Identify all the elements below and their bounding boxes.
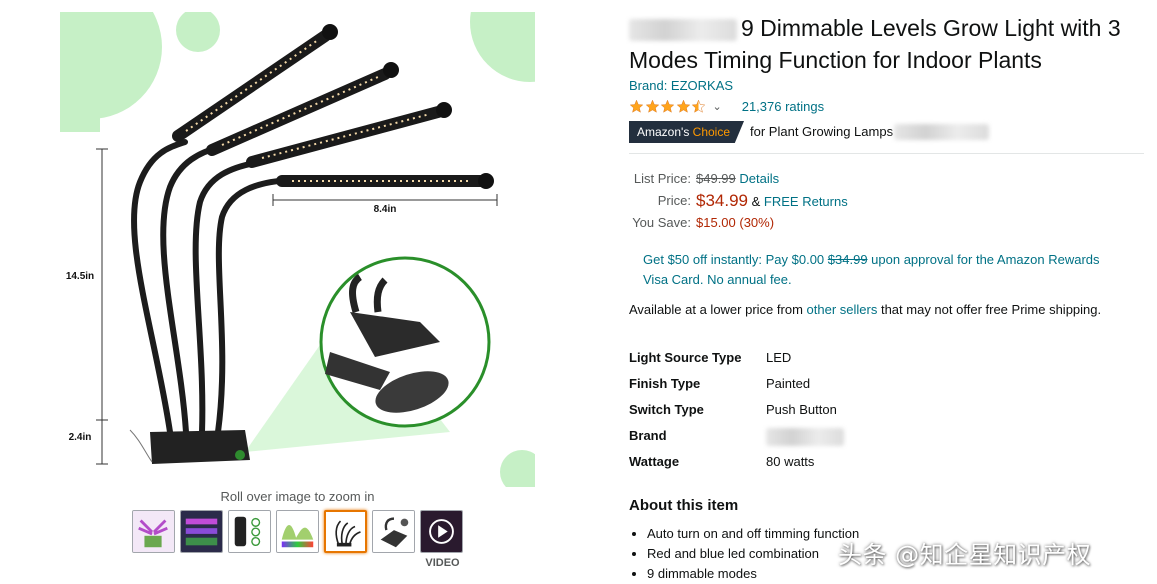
free-returns-link[interactable]: FREE Returns (764, 194, 848, 209)
list-price-value: $49.99 (696, 171, 736, 186)
spec-value: LED (766, 350, 792, 365)
amazons-choice-badge: Amazon's Choice (629, 121, 745, 143)
decor-circle-right (470, 12, 535, 82)
clip-mount-icon (373, 511, 414, 552)
about-bullet-list: Auto turn on and off timming function Re… (647, 524, 859, 584)
watermark-text: 头条 @知企星知识产权 (838, 541, 1092, 569)
spec-key: Brand (629, 428, 667, 443)
divider (629, 153, 1144, 154)
star-full-icon (645, 99, 659, 113)
video-play-icon (421, 511, 462, 552)
spec-value: Painted (766, 376, 811, 391)
price-value: $34.99 (696, 191, 748, 210)
ratings-count-link[interactable]: 21,376 ratings (742, 99, 824, 114)
star-half-icon (691, 99, 706, 113)
led-bar-4 (276, 173, 494, 189)
chevron-down-icon[interactable]: ⌄ (713, 100, 722, 113)
price-label: Price: (657, 193, 691, 208)
details-link[interactable]: Details (739, 171, 779, 186)
thumbnail-4[interactable] (276, 510, 319, 553)
light-spectrum-icon (277, 511, 318, 552)
list-item: Red and blue led combination (647, 544, 859, 564)
zoom-hint: Roll over image to zoom in (220, 489, 375, 504)
spec-value: Push Button (766, 402, 837, 417)
savings-label: You Save: (632, 215, 691, 230)
spec-key: Wattage (629, 454, 680, 469)
height-dimension (96, 148, 108, 465)
clip-dimension-label: 2.4in (69, 432, 92, 443)
width-dimension-label: 8.4in (374, 204, 397, 215)
thumbnail-2[interactable] (180, 510, 223, 553)
star-full-icon (676, 99, 690, 113)
grow-light-illustration: 8.4in 14.5in 2.4in (60, 12, 535, 487)
clip-base (150, 430, 250, 464)
thumbnail-6[interactable] (372, 510, 415, 553)
decor-circle-bottom (500, 450, 535, 487)
thumbnail-1[interactable] (132, 510, 175, 553)
decor-circle-small (176, 12, 220, 52)
list-item: 9 dimmable modes (647, 564, 859, 584)
thumbnail-5-selected[interactable] (324, 510, 367, 553)
lower-price-notice: Available at a lower price from other se… (629, 302, 1102, 317)
star-rating[interactable] (629, 99, 707, 114)
image-gallery: 8.4in 14.5in 2.4in Roll over image to zo… (0, 0, 600, 584)
grow-light-photo-icon (133, 511, 174, 552)
clip-closeup-magnifier (319, 256, 491, 428)
list-price-label: List Price: (633, 171, 691, 186)
star-full-icon (629, 99, 644, 113)
thumbnail-strip (132, 510, 463, 553)
spec-key: Switch Type (629, 402, 704, 417)
lamp-dimensions-icon (326, 512, 365, 551)
redacted-text-blur (894, 124, 990, 141)
gooseneck-arms (131, 139, 293, 435)
redacted-brand-blur (629, 18, 737, 41)
spec-value: 80 watts (766, 454, 815, 469)
choice-category: for Plant Growing Lamps (750, 124, 990, 141)
main-product-image[interactable]: 8.4in 14.5in 2.4in (60, 12, 535, 487)
other-sellers-link[interactable]: other sellers (807, 302, 878, 317)
savings-value: $15.00 (30%) (696, 215, 775, 230)
redacted-brand-value-blur (766, 427, 844, 446)
led-bar-3 (246, 102, 452, 168)
thumbnail-7-video[interactable] (420, 510, 463, 553)
amazons-choice-row: Amazon's Choice for Plant Growing Lamps (629, 121, 990, 143)
thumbnail-3[interactable] (228, 510, 271, 553)
spec-key: Light Source Type (629, 350, 742, 365)
product-title: 9 Dimmable Levels Grow Light with 3 Mode… (629, 12, 1144, 76)
height-dimension-label: 14.5in (66, 271, 94, 282)
star-full-icon (660, 99, 675, 113)
list-item: Auto turn on and off timming function (647, 524, 859, 544)
rewards-card-promo[interactable]: Get $50 off instantly: Pay $0.00 $34.99 … (643, 250, 1113, 290)
brand-link[interactable]: Brand: EZORKAS (629, 78, 733, 93)
spec-value (766, 425, 844, 447)
spec-key: Finish Type (629, 376, 701, 391)
led-bar-2 (206, 62, 399, 156)
rating-row: ⌄ 21,376 ratings (629, 96, 824, 116)
timer-controller-icon (229, 511, 270, 552)
about-section-title: About this item (629, 497, 739, 514)
led-panel-icon (181, 511, 222, 552)
video-label: VIDEO (425, 557, 460, 569)
